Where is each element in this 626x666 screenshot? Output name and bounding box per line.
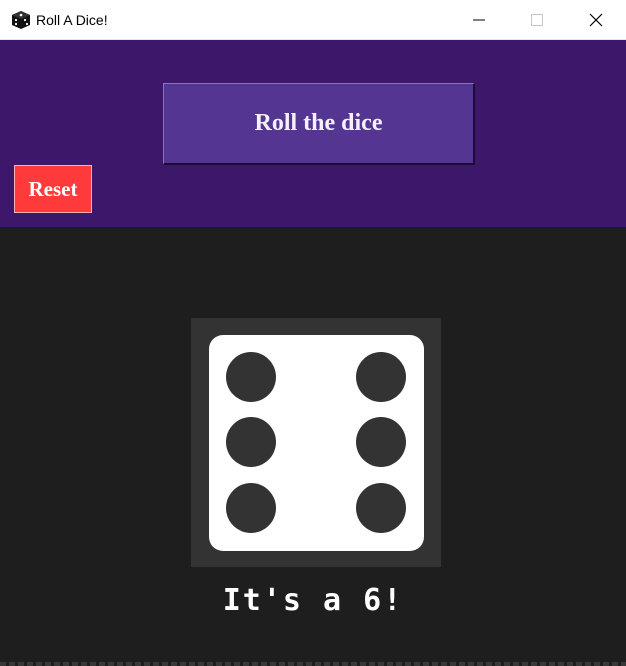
dice-pip — [356, 483, 406, 533]
reset-button[interactable]: Reset — [14, 165, 92, 213]
maximize-button[interactable] — [514, 0, 560, 40]
control-panel: Roll the dice Reset — [0, 40, 626, 227]
dice-pip — [356, 352, 406, 402]
dice-display — [191, 318, 441, 567]
window-title: Roll A Dice! — [36, 12, 108, 28]
dice-icon — [12, 11, 30, 29]
dice-pip — [226, 417, 276, 467]
app-window: Roll A Dice! Roll the dice Reset It's a … — [0, 0, 626, 666]
dice-pip — [226, 483, 276, 533]
close-icon — [589, 13, 603, 27]
minimize-icon — [473, 19, 485, 21]
dice-pip — [226, 352, 276, 402]
close-button[interactable] — [573, 0, 619, 40]
dice-pip — [356, 417, 406, 467]
title-bar[interactable]: Roll A Dice! — [0, 0, 626, 40]
dice-face-six — [209, 335, 424, 551]
minimize-button[interactable] — [456, 0, 502, 40]
result-label: It's a 6! — [222, 583, 404, 618]
bottom-edge — [0, 662, 626, 666]
maximize-icon — [531, 14, 543, 26]
roll-dice-button[interactable]: Roll the dice — [163, 83, 475, 165]
